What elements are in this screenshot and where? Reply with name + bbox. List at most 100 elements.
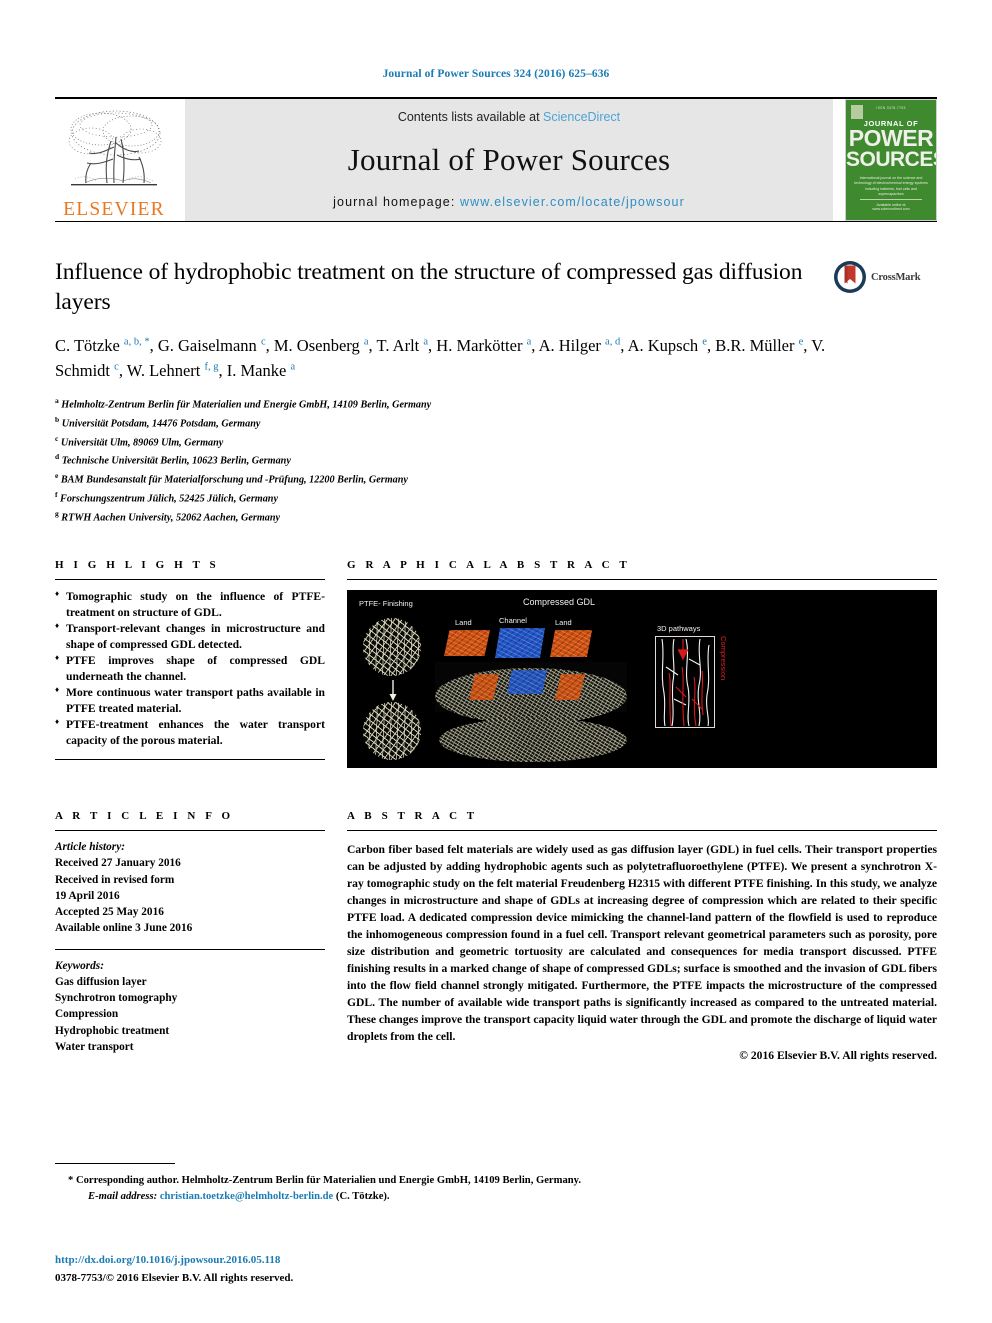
affiliation-item: a Helmholtz-Zentrum Berlin für Materiali… [55, 395, 432, 411]
cover-description: International journal on the science and… [854, 176, 928, 197]
ga-block-land-left [444, 630, 490, 657]
author-name: A. Hilger a, d, [538, 336, 628, 356]
cover-sources: SOURCES [846, 148, 937, 171]
keyword-item: Hydrophobic treatment [55, 1024, 170, 1037]
ga-fiber-sample-treated [363, 702, 421, 761]
keyword-item: Synchrotron tomography [55, 992, 178, 1005]
ga-label-channel: Channel [499, 616, 527, 626]
article-history-line: 19 April 2016 [55, 889, 120, 902]
homepage-link[interactable]: www.elsevier.com/locate/jpowsour [460, 195, 685, 209]
author-name: M. Osenberg a, [273, 336, 377, 356]
homepage-line: journal homepage: www.elsevier.com/locat… [333, 195, 685, 209]
crossmark-icon [834, 261, 866, 293]
ga-fiber-sample-untreated [363, 618, 421, 677]
homepage-prefix: journal homepage: [333, 195, 460, 209]
author-name: I. Manke a [226, 360, 296, 380]
journal-cover-thumbnail[interactable]: ISSN 0378-7753 JOURNAL OF POWER SOURCES … [845, 99, 937, 221]
author-affiliation-marks: a, b, * [123, 336, 150, 348]
footnote-rule [55, 1163, 175, 1164]
abstract-rule [347, 830, 937, 832]
affiliation-item: e BAM Bundesanstalt für Materialforschun… [55, 471, 408, 486]
highlight-item: Transport-relevant changes in microstruc… [55, 620, 325, 653]
author-affiliation-marks: a [363, 336, 369, 348]
author-affiliation-marks: a [290, 361, 296, 373]
affiliation-item: f Forschungszentrum Jülich, 52425 Jülich… [55, 490, 278, 505]
article-history-block: Article history: Received 27 January 201… [55, 839, 325, 937]
article-history-lines: Received 27 January 2016 Received in revi… [55, 855, 325, 936]
ga-gdl-bottom-render [439, 718, 627, 763]
cover-top-caption: ISSN 0378-7753 [876, 106, 906, 110]
running-head: Journal of Power Sources 324 (2016) 625–… [382, 68, 610, 80]
keywords-block: Keywords: Gas diffusion layer Synchrotron… [55, 958, 325, 1056]
keyword-item: Water transport [55, 1040, 134, 1053]
author-affiliation-marks: c [260, 336, 266, 348]
elsevier-logo[interactable]: ELSEVIER [55, 99, 173, 221]
highlight-item: PTFE-treatment enhances the water transp… [55, 716, 325, 749]
sciencedirect-link[interactable]: ScienceDirect [543, 110, 620, 124]
affiliation-item: b Universität Potsdam, 14476 Potsdam, Ge… [55, 414, 261, 430]
affiliation-mark: c [55, 433, 59, 443]
journal-banner: Contents lists available at ScienceDirec… [185, 99, 833, 221]
author-list: C. Tötzke a, b, *, G. Gaiselmann c, M. O… [55, 334, 855, 384]
keywords-lines: Gas diffusion layer Synchrotron tomograph… [55, 974, 325, 1055]
elsevier-tree-icon [68, 110, 162, 185]
highlights-list: Tomographic study on the influence of PT… [55, 588, 325, 749]
email-label: E-mail address: [88, 1190, 158, 1202]
ga-down-arrow-icon [389, 680, 397, 702]
crossmark-label: CrossMark [871, 271, 921, 283]
affiliation-item: d Technische Universität Berlin, 10623 B… [55, 452, 291, 467]
author-name: A. Kupsch e, [627, 336, 716, 356]
corresponding-author-text: Corresponding author. Helmholtz-Zentrum … [75, 1175, 582, 1186]
graphical-abstract-image: PTFE- Finishing Compressed GDL Land Chan… [347, 590, 937, 769]
affiliation-mark: b [55, 414, 60, 424]
author-affiliation-marks: c [114, 361, 119, 373]
journal-title: Journal of Power Sources [347, 141, 671, 177]
ga-label-land-left: Land [455, 618, 472, 628]
article-page: Journal of Power Sources 324 (2016) 625–… [0, 0, 992, 1323]
affiliation-mark: e [55, 471, 59, 481]
ga-pathways-panel [655, 636, 715, 729]
page-title: Influence of hydrophobic treatment on th… [55, 259, 803, 315]
article-history-line: Received 27 January 2016 [55, 857, 181, 870]
title-block: CrossMark Influence of hydrophobic treat… [55, 258, 937, 527]
author-affiliation-marks: a, d [605, 336, 621, 348]
graphical-abstract-rule [347, 579, 937, 581]
author-name: T. Arlt a, [376, 336, 437, 356]
author-name: H. Markötter a, [436, 336, 539, 356]
issn-copyright-line: 0378-7753/© 2016 Elsevier B.V. All right… [55, 1271, 294, 1284]
graphical-abstract-heading: G R A P H I C A L A B S T R A C T [347, 559, 631, 572]
graphical-abstract-column: G R A P H I C A L A B S T R A C T PTFE- … [347, 559, 937, 769]
highlights-rule [55, 579, 325, 581]
doi-link[interactable]: http://dx.doi.org/10.1016/j.jpowsour.201… [55, 1252, 293, 1270]
highlight-item: Tomographic study on the influence of PT… [55, 588, 325, 621]
article-history-line: Accepted 25 May 2016 [55, 906, 164, 919]
ga-block-channel [495, 628, 545, 659]
affiliation-item: g RTWH Aachen University, 52062 Aachen, … [55, 509, 281, 524]
ga-label-ptfe-finishing: PTFE- Finishing [359, 599, 413, 609]
article-info-rule [55, 830, 325, 832]
ga-label-3d-pathways: 3D pathways [657, 624, 701, 634]
affiliation-mark: g [55, 509, 59, 519]
highlight-item: More continuous water transport paths av… [55, 684, 325, 717]
email-link[interactable]: christian.toetzke@helmholtz-berlin.de [160, 1191, 333, 1202]
highlights-and-graphical-abstract: H I G H L I G H T S Tomographic study on… [55, 559, 937, 769]
email-suffix: (C. Tötzke). [335, 1190, 390, 1202]
article-history-line: Available online 3 June 2016 [55, 922, 193, 935]
ga-label-compressed-gdl: Compressed GDL [523, 597, 596, 608]
info-and-abstract: A R T I C L E I N F O Article history: R… [55, 810, 937, 1062]
affiliation-mark: a [55, 395, 59, 405]
crossmark-badge[interactable]: CrossMark [833, 260, 937, 294]
article-history-label: Article history: [55, 841, 125, 854]
affiliation-item: c Universität Ulm, 89069 Ulm, Germany [55, 433, 224, 448]
contents-prefix: Contents lists available at [397, 110, 544, 124]
abstract-copyright: © 2016 Elsevier B.V. All rights reserved… [739, 1049, 937, 1063]
highlights-bottom-rule [55, 758, 325, 760]
affiliation-list: a Helmholtz-Zentrum Berlin für Materiali… [55, 395, 937, 527]
affiliation-mark: d [55, 452, 60, 462]
author-name: W. Lehnert f, g, [126, 360, 227, 380]
journal-masthead: ELSEVIER Contents lists available at Sci… [55, 99, 937, 221]
author-affiliation-marks: e [702, 336, 707, 348]
footnote-block: * Corresponding author. Helmholtz-Zentru… [68, 1173, 778, 1205]
author-affiliation-marks: a [423, 336, 429, 348]
contents-line: Contents lists available at ScienceDirec… [398, 110, 620, 124]
